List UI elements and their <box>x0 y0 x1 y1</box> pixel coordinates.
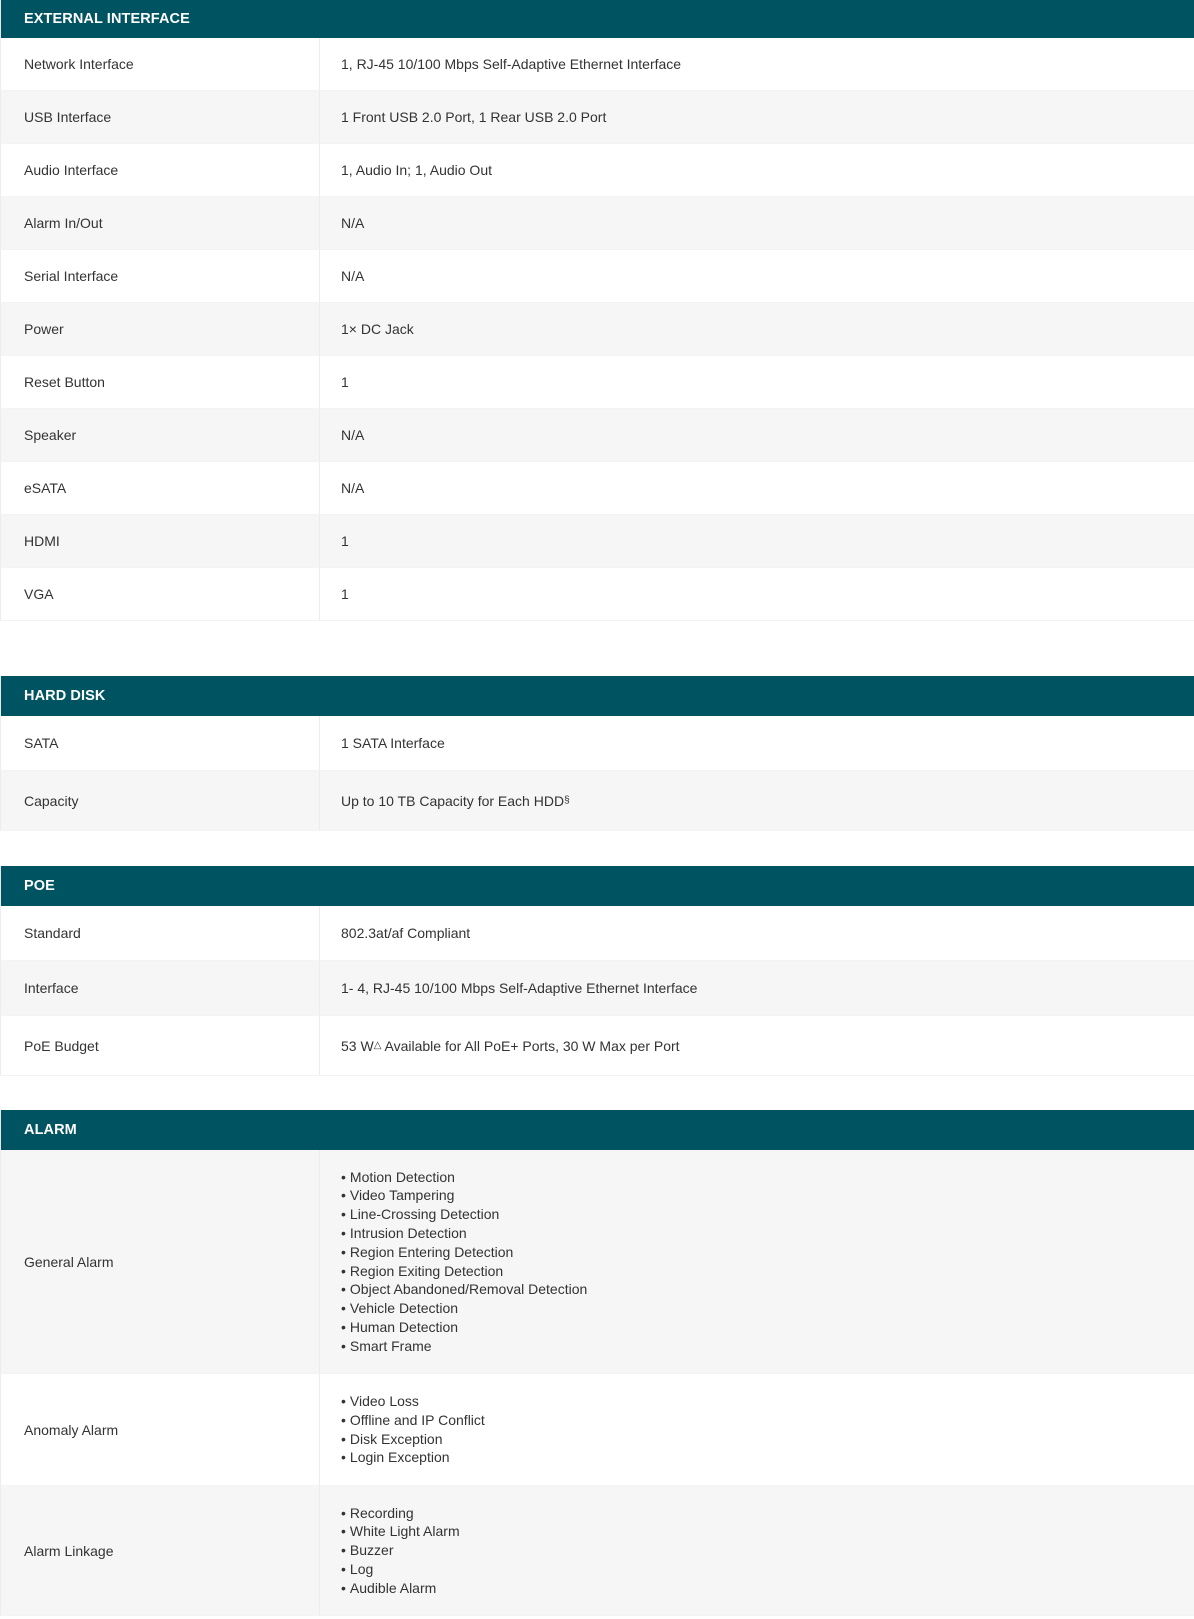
list-item: Motion Detection <box>341 1168 587 1187</box>
section-external-interface: EXTERNAL INTERFACE Network Interface 1, … <box>0 0 1194 621</box>
list-item: Region Entering Detection <box>341 1243 587 1262</box>
section-alarm: ALARM General Alarm Motion DetectionVide… <box>0 1110 1194 1616</box>
table-row: VGA 1 <box>0 568 1194 621</box>
spec-label: Standard <box>0 906 320 960</box>
spec-label: Serial Interface <box>0 250 320 302</box>
spec-value: Video LossOffline and IP ConflictDisk Ex… <box>320 1374 1194 1485</box>
list-item: White Light Alarm <box>341 1522 460 1541</box>
table-row: Audio Interface 1, Audio In; 1, Audio Ou… <box>0 144 1194 197</box>
table-row: Serial Interface N/A <box>0 250 1194 303</box>
section-poe: POE Standard 802.3at/af Compliant Interf… <box>0 866 1194 1076</box>
table-row: Alarm In/Out N/A <box>0 197 1194 250</box>
list-item: Line-Crossing Detection <box>341 1205 587 1224</box>
spec-value: 802.3at/af Compliant <box>320 906 1194 960</box>
section-header: ALARM <box>0 1110 1194 1150</box>
spec-value: N/A <box>320 409 1194 461</box>
table-row: Standard 802.3at/af Compliant <box>0 906 1194 961</box>
spec-value-text: Up to 10 TB Capacity for Each HDD <box>341 792 565 809</box>
spec-label: Capacity <box>0 771 320 830</box>
table-row: Reset Button 1 <box>0 356 1194 409</box>
spec-value: N/A <box>320 462 1194 514</box>
list-item: Offline and IP Conflict <box>341 1411 485 1430</box>
spec-label: Network Interface <box>0 38 320 90</box>
spec-label: SATA <box>0 716 320 770</box>
spec-value: 1× DC Jack <box>320 303 1194 355</box>
spec-value: Up to 10 TB Capacity for Each HDD § <box>320 771 1194 830</box>
section-header: POE <box>0 866 1194 906</box>
list-item: Audible Alarm <box>341 1579 460 1598</box>
spec-value: 1 <box>320 515 1194 567</box>
list-item: Disk Exception <box>341 1430 485 1449</box>
spec-value: 1, Audio In; 1, Audio Out <box>320 144 1194 196</box>
table-row: General Alarm Motion DetectionVideo Tamp… <box>0 1150 1194 1374</box>
spec-value: 1 <box>320 356 1194 408</box>
table-row: PoE Budget 53 W △ Available for All PoE+ … <box>0 1016 1194 1076</box>
list-item: Recording <box>341 1504 460 1523</box>
table-row: USB Interface 1 Front USB 2.0 Port, 1 Re… <box>0 91 1194 144</box>
table-row: Alarm Linkage RecordingWhite Light Alarm… <box>0 1486 1194 1616</box>
spec-value: N/A <box>320 250 1194 302</box>
spec-value: 1 Front USB 2.0 Port, 1 Rear USB 2.0 Por… <box>320 91 1194 143</box>
spec-value: 53 W △ Available for All PoE+ Ports, 30 W… <box>320 1016 1194 1075</box>
spec-label: Audio Interface <box>0 144 320 196</box>
spec-label: General Alarm <box>0 1150 320 1373</box>
table-row: Interface 1- 4, RJ-45 10/100 Mbps Self-A… <box>0 961 1194 1016</box>
list-item: Video Tampering <box>341 1186 587 1205</box>
table-row: Power 1× DC Jack <box>0 303 1194 356</box>
table-row: SATA 1 SATA Interface <box>0 716 1194 771</box>
spec-value: RecordingWhite Light AlarmBuzzerLogAudib… <box>320 1486 1194 1615</box>
spec-label: Alarm Linkage <box>0 1486 320 1615</box>
spec-value-text: 53 W <box>341 1037 374 1054</box>
section-header: HARD DISK <box>0 676 1194 716</box>
section-hard-disk: HARD DISK SATA 1 SATA Interface Capacity… <box>0 676 1194 831</box>
list-item: Region Exiting Detection <box>341 1262 587 1281</box>
table-row: Capacity Up to 10 TB Capacity for Each H… <box>0 771 1194 831</box>
spec-label: HDMI <box>0 515 320 567</box>
list-item: Log <box>341 1560 460 1579</box>
spec-label: VGA <box>0 568 320 620</box>
spec-value: 1- 4, RJ-45 10/100 Mbps Self-Adaptive Et… <box>320 961 1194 1015</box>
table-row: eSATA N/A <box>0 462 1194 515</box>
section-header: EXTERNAL INTERFACE <box>0 0 1194 38</box>
list-item: Login Exception <box>341 1448 485 1467</box>
spec-label: USB Interface <box>0 91 320 143</box>
spec-value: 1, RJ-45 10/100 Mbps Self-Adaptive Ether… <box>320 38 1194 90</box>
spec-label: Alarm In/Out <box>0 197 320 249</box>
spec-label: Reset Button <box>0 356 320 408</box>
list-item: Smart Frame <box>341 1337 587 1356</box>
spec-value: N/A <box>320 197 1194 249</box>
list-item: Intrusion Detection <box>341 1224 587 1243</box>
spec-label: eSATA <box>0 462 320 514</box>
table-row: Anomaly Alarm Video LossOffline and IP C… <box>0 1374 1194 1486</box>
spec-label: Interface <box>0 961 320 1015</box>
list-item: Vehicle Detection <box>341 1299 587 1318</box>
spec-value-text: Available for All PoE+ Ports, 30 W Max p… <box>381 1037 680 1054</box>
list-item: Buzzer <box>341 1541 460 1560</box>
table-row: Speaker N/A <box>0 409 1194 462</box>
spec-label: Anomaly Alarm <box>0 1374 320 1485</box>
table-row: Network Interface 1, RJ-45 10/100 Mbps S… <box>0 38 1194 91</box>
spec-label: Power <box>0 303 320 355</box>
bullet-list: RecordingWhite Light AlarmBuzzerLogAudib… <box>341 1504 460 1598</box>
spec-value: 1 <box>320 568 1194 620</box>
table-row: HDMI 1 <box>0 515 1194 568</box>
spec-value: 1 SATA Interface <box>320 716 1194 770</box>
list-item: Human Detection <box>341 1318 587 1337</box>
list-item: Video Loss <box>341 1392 485 1411</box>
bullet-list: Video LossOffline and IP ConflictDisk Ex… <box>341 1392 485 1467</box>
spec-value: Motion DetectionVideo TamperingLine-Cros… <box>320 1150 1194 1373</box>
spec-label: Speaker <box>0 409 320 461</box>
spec-label: PoE Budget <box>0 1016 320 1075</box>
bullet-list: Motion DetectionVideo TamperingLine-Cros… <box>341 1168 587 1356</box>
list-item: Object Abandoned/Removal Detection <box>341 1280 587 1299</box>
